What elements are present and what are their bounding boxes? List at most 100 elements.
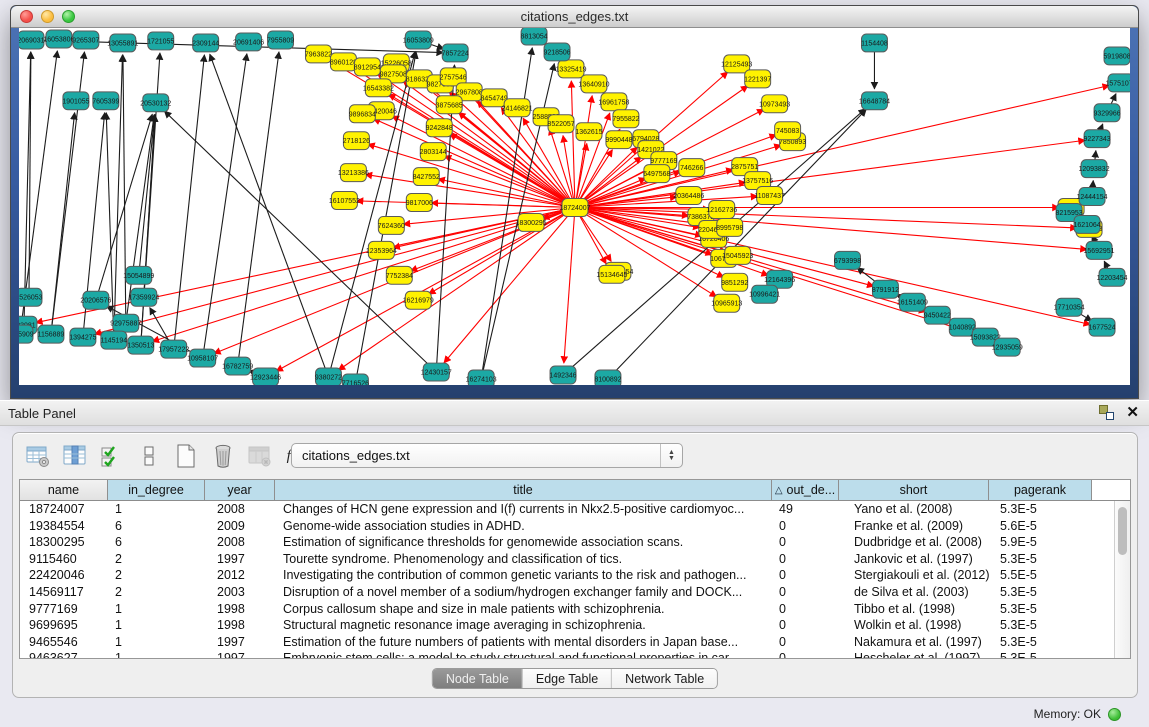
table-row[interactable]: 2242004622012Investigating the contribut… <box>20 567 1114 584</box>
graph-node[interactable]: 8427552 <box>413 168 440 186</box>
graph-node[interactable]: 1394275 <box>69 328 96 346</box>
new-document-icon[interactable] <box>171 441 201 471</box>
table-row[interactable]: 1938455462009Genome-wide association stu… <box>20 518 1114 535</box>
table-row[interactable]: 1830029562008Estimation of significance … <box>20 534 1114 551</box>
table-selector[interactable]: citations_edges.txt ▲▼ <box>291 443 683 468</box>
graph-node[interactable]: 7963822 <box>305 45 332 63</box>
graph-node[interactable]: 7955809 <box>267 31 294 49</box>
graph-node[interactable]: 16961758 <box>598 93 629 111</box>
graph-node[interactable]: 10965913 <box>711 294 742 312</box>
graph-node[interactable]: 12203454 <box>1097 268 1128 286</box>
graph-node[interactable]: 15134645 <box>596 265 627 283</box>
graph-node[interactable]: 6793998 <box>834 251 861 269</box>
column-header-pagerank[interactable]: pagerank <box>989 480 1092 500</box>
table-row[interactable]: 969969511998Structural magnetic resonanc… <box>20 617 1114 634</box>
graph-node[interactable]: 7624360 <box>378 216 405 234</box>
graph-node[interactable]: 3875685 <box>436 96 463 114</box>
column-header-name[interactable]: name <box>20 480 108 500</box>
graph-node[interactable]: 1221397 <box>744 70 771 88</box>
rows-icon[interactable] <box>134 441 164 471</box>
graph-node[interactable]: 9227343 <box>1083 130 1110 148</box>
window-titlebar[interactable]: citations_edges.txt <box>11 6 1138 28</box>
graph-node[interactable]: 1721055 <box>147 32 174 50</box>
graph-node[interactable]: 16782759 <box>222 357 253 375</box>
memory-status-indicator[interactable] <box>1108 708 1121 721</box>
network-view-canvas[interactable]: 1872400779638228960128891295415226058982… <box>19 28 1130 385</box>
graph-node[interactable]: 8791912 <box>872 280 899 298</box>
graph-node[interactable]: 1154408 <box>861 34 888 52</box>
graph-node[interactable]: 8813054 <box>520 28 547 45</box>
graph-node[interactable]: 1362615 <box>575 123 602 141</box>
graph-node[interactable]: 9380272 <box>315 368 342 385</box>
table-row[interactable]: 946554611997Estimation of the future num… <box>20 634 1114 651</box>
graph-node[interactable]: 1677524 <box>1088 318 1115 336</box>
graph-node[interactable]: 16053806 <box>43 30 74 48</box>
graph-node[interactable]: 13325419 <box>555 60 586 78</box>
graph-node[interactable]: 1492346 <box>549 366 576 384</box>
graph-node[interactable]: 1621064 <box>1074 215 1101 233</box>
graph-node[interactable]: 16648784 <box>859 92 890 110</box>
graph-node[interactable]: 2803144 <box>420 143 447 161</box>
graph-node[interactable]: 9265307 <box>72 31 99 49</box>
graph-node[interactable]: 9329966 <box>1093 104 1120 122</box>
graph-node[interactable]: 7716526 <box>342 374 369 385</box>
column-header-in_degree[interactable]: in_degree <box>108 480 205 500</box>
graph-node[interactable]: 8912954 <box>354 58 381 76</box>
table-row[interactable]: 1872400712008Changes of HCN gene express… <box>20 501 1114 518</box>
graph-node[interactable]: 7605399 <box>92 92 119 110</box>
graph-node[interactable]: 20206576 <box>80 291 111 309</box>
graph-node[interactable]: 6497568 <box>643 165 670 183</box>
table-scrollbar-thumb[interactable] <box>1118 507 1127 555</box>
float-panel-icon[interactable] <box>1099 405 1114 420</box>
graph-node[interactable]: 9242848 <box>426 119 453 137</box>
column-header-year[interactable]: year <box>205 480 275 500</box>
graph-node[interactable]: 10996421 <box>749 285 780 303</box>
graph-node[interactable]: 746266 <box>679 159 705 177</box>
graph-node[interactable]: 9851292 <box>721 273 748 291</box>
graph-node[interactable]: 9218506 <box>543 43 570 61</box>
graph-node[interactable]: 12093832 <box>1079 160 1110 178</box>
graph-node[interactable]: 92975887 <box>110 314 141 332</box>
graph-node[interactable]: 10958107 <box>187 349 218 367</box>
graph-node[interactable]: 20691406 <box>233 33 264 51</box>
graph-node[interactable]: 15692951 <box>1084 241 1115 259</box>
graph-node[interactable]: 16151409 <box>897 293 928 311</box>
graph-node[interactable]: 9817006 <box>406 194 433 212</box>
graph-node[interactable]: 13055891 <box>107 34 138 52</box>
graph-node[interactable]: 9450422 <box>924 306 951 324</box>
graph-node[interactable]: 1350513 <box>127 336 154 354</box>
select-columns-icon[interactable] <box>97 441 127 471</box>
graph-node[interactable]: 2069031 <box>19 31 45 49</box>
graph-node[interactable]: 16107552 <box>329 192 360 210</box>
graph-node[interactable]: 12430157 <box>421 363 452 381</box>
close-panel-icon[interactable]: ✕ <box>1126 405 1139 420</box>
graph-node[interactable]: 12353964 <box>366 241 397 259</box>
graph-node[interactable]: 15045923 <box>722 246 753 264</box>
graph-node[interactable]: 2526053 <box>19 288 43 306</box>
graph-node[interactable]: 12444154 <box>1077 188 1108 206</box>
graph-node[interactable]: 9896834 <box>349 105 376 123</box>
graph-node[interactable]: 12935059 <box>992 338 1023 356</box>
graph-node[interactable]: 20364486 <box>673 187 704 205</box>
graph-node[interactable]: 8995798 <box>716 218 743 236</box>
graph-node[interactable]: 2718126 <box>343 132 370 150</box>
graph-node[interactable]: 1156889 <box>38 325 65 343</box>
table-settings-icon[interactable] <box>23 441 53 471</box>
tab-edge-table[interactable]: Edge Table <box>522 669 611 688</box>
column-header-short[interactable]: short <box>839 480 989 500</box>
tab-node-table[interactable]: Node Table <box>433 669 522 688</box>
graph-node[interactable]: 7955822 <box>612 110 639 128</box>
column-header-out_de[interactable]: △out_de... <box>772 480 839 500</box>
graph-node[interactable]: 17359924 <box>128 288 159 306</box>
graph-node[interactable]: 17710354 <box>1054 298 1085 316</box>
delete-icon[interactable] <box>208 441 238 471</box>
graph-node[interactable]: 1901055 <box>62 92 89 110</box>
graph-node[interactable]: 8522057 <box>547 115 574 133</box>
graph-node[interactable]: 15751074 <box>1106 74 1130 92</box>
graph-node[interactable]: 3915909 <box>19 325 34 343</box>
graph-node[interactable]: 18300295 <box>516 213 547 231</box>
show-columns-icon[interactable] <box>60 441 90 471</box>
graph-node[interactable]: 9990448 <box>605 131 632 149</box>
tab-network-table[interactable]: Network Table <box>611 669 717 688</box>
graph-node[interactable]: 12923446 <box>250 368 281 385</box>
